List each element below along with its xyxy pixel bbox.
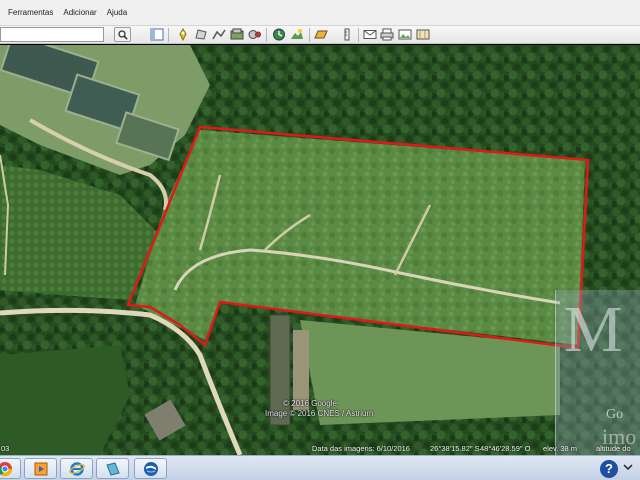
watermark-logo: M Go imo (555, 290, 640, 455)
status-left-edge: 03 (1, 444, 10, 453)
documents-icon (106, 462, 120, 476)
elevation-readout: elev. 38 m (543, 444, 578, 453)
longitude-readout: 48°46'28.59" O (480, 444, 531, 453)
ruler-icon[interactable] (340, 28, 354, 41)
eye-altitude-readout: altitude do (596, 444, 631, 453)
record-tour-icon[interactable] (248, 28, 262, 41)
help-icon[interactable]: ? (600, 460, 618, 478)
satellite-imagery (0, 45, 640, 455)
toolbar-separator (309, 28, 310, 42)
add-overlay-icon[interactable] (230, 28, 244, 41)
sunlight-icon[interactable] (290, 28, 304, 41)
search-input[interactable] (0, 27, 104, 42)
add-polygon-icon[interactable] (194, 28, 208, 41)
historical-imagery-icon[interactable] (272, 28, 286, 41)
taskbar-google-earth[interactable] (134, 458, 167, 479)
attribution-copyright: © 2016 Google (283, 399, 337, 408)
google-earth-icon (144, 462, 158, 476)
sidebar-icon[interactable] (150, 28, 164, 41)
latitude-readout: 26°38'15.82" S (430, 444, 480, 453)
menu-ajuda[interactable]: Ajuda (102, 6, 132, 19)
search-icon (118, 30, 128, 40)
toolbar-separator (358, 28, 359, 42)
media-player-icon (34, 462, 48, 476)
search-button[interactable] (114, 27, 131, 42)
watermark-letter: M (564, 293, 623, 366)
toolbar-separator (168, 28, 169, 42)
add-placemark-icon[interactable] (176, 28, 190, 41)
internet-explorer-icon (69, 462, 85, 476)
menu-adicionar[interactable]: Adicionar (58, 6, 101, 19)
imagery-date: Data das imagens: 6/10/2016 (312, 444, 410, 453)
toolbar (0, 26, 640, 44)
save-image-icon[interactable] (398, 28, 412, 41)
taskbar-media-player[interactable] (24, 458, 57, 479)
map-view[interactable]: © 2016 Google Image © 2016 CNES / Astriu… (0, 45, 640, 455)
status-bar: 03 Data das imagens: 6/10/2016 26°38'15.… (0, 443, 640, 455)
watermark-go: Go (606, 407, 624, 422)
menu-bar: Ferramentas Adicionar Ajuda (0, 0, 640, 26)
print-icon[interactable] (380, 28, 394, 41)
taskbar-chrome[interactable] (0, 458, 21, 479)
tray-arrow-icon[interactable] (623, 462, 633, 472)
map-view-icon[interactable] (416, 28, 430, 41)
menu-ferramentas[interactable]: Ferramentas (3, 6, 58, 19)
chrome-icon (0, 462, 12, 476)
add-path-icon[interactable] (212, 28, 226, 41)
taskbar: ? (0, 455, 640, 480)
planets-icon[interactable] (314, 28, 328, 41)
taskbar-internet-explorer[interactable] (60, 458, 93, 479)
attribution-imagery: Image © 2016 CNES / Astrium (265, 409, 374, 418)
email-icon[interactable] (363, 28, 377, 41)
taskbar-documents[interactable] (96, 458, 129, 479)
toolbar-separator (266, 28, 267, 42)
